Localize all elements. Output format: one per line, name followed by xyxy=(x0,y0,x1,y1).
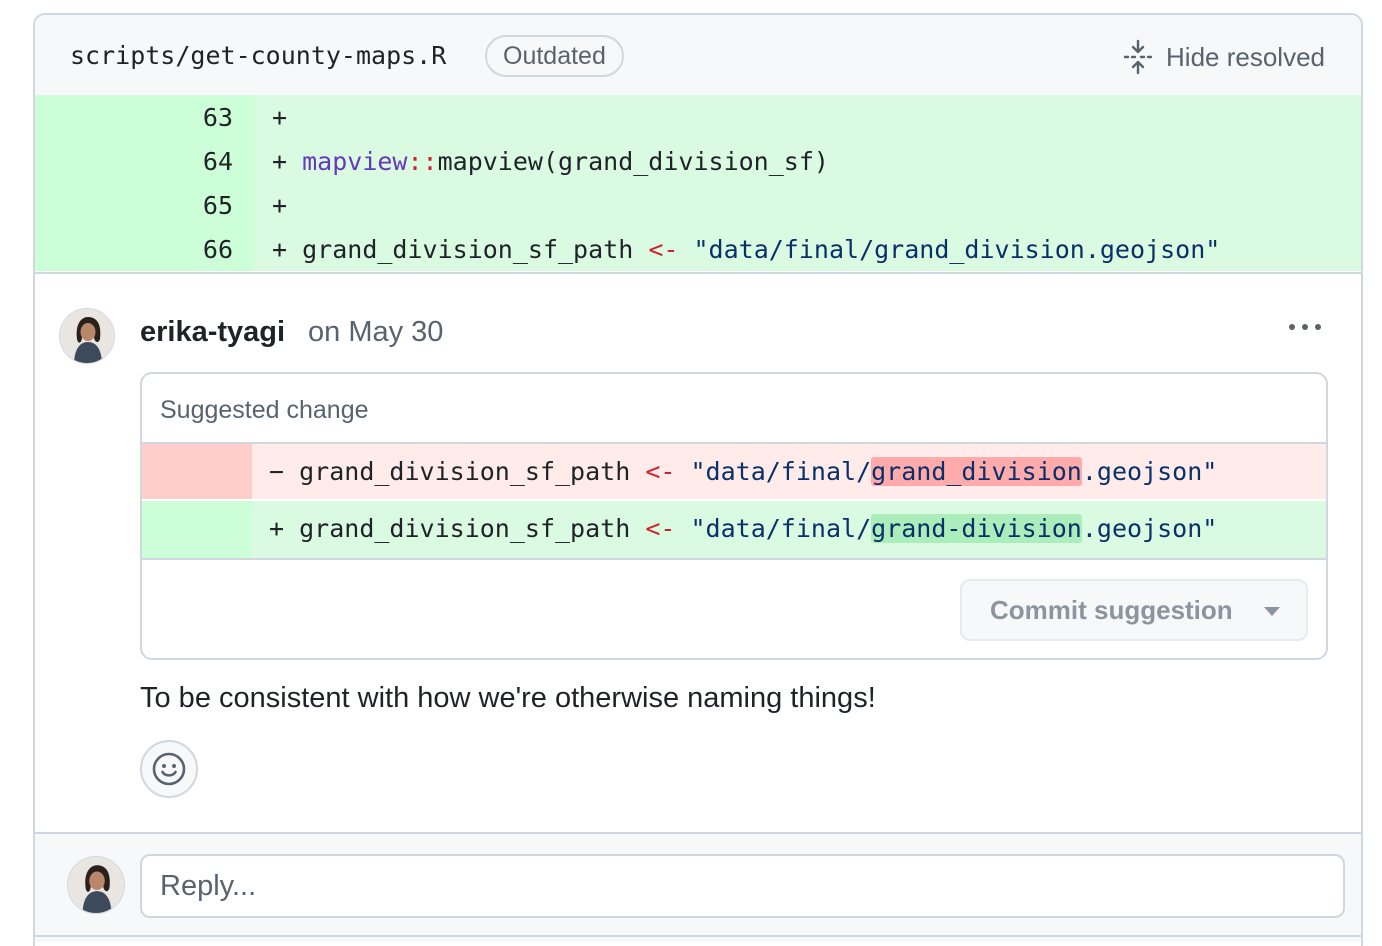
smiley-icon xyxy=(152,752,186,786)
comment-body: To be consistent with how we're otherwis… xyxy=(140,682,876,714)
code-string: "data/final/grand_division.geojson" xyxy=(693,235,1221,264)
code-operator: :: xyxy=(407,147,438,176)
avatar xyxy=(67,856,125,914)
diff-context: 63 + 64 + mapview::mapview(grand_divisio… xyxy=(35,95,1361,271)
comment-date-link[interactable]: on May 30 xyxy=(308,316,443,349)
diff-sign: + xyxy=(272,103,288,132)
add-reaction-button[interactable] xyxy=(140,740,198,798)
comment-author-link[interactable]: erika-tyagi xyxy=(140,316,285,349)
code-variable: grand_division_sf_path xyxy=(299,457,631,486)
divider xyxy=(35,935,1361,937)
diff-line: 63 + xyxy=(35,95,1361,139)
hide-resolved-label: Hide resolved xyxy=(1166,41,1325,72)
outdated-badge: Outdated xyxy=(485,35,624,77)
code-string-prefix: "data/final/ xyxy=(690,514,872,543)
code-assign-operator: <- xyxy=(648,235,679,264)
line-number: 63 xyxy=(202,103,233,132)
suggestion-deleted-line: − grand_division_sf_path <- "data/final/… xyxy=(142,442,1326,499)
commit-suggestion-label: Commit suggestion xyxy=(990,594,1233,625)
line-number-gutter[interactable]: 64 xyxy=(35,139,255,183)
changed-text-deleted: grand_division xyxy=(871,457,1082,486)
line-number: 65 xyxy=(202,191,233,220)
review-comment: erika-tyagi on May 30 Suggested change −… xyxy=(35,272,1361,832)
suggestion-added-line: + grand_division_sf_path <- "data/final/… xyxy=(142,501,1326,560)
added-code: + grand_division_sf_path <- "data/final/… xyxy=(269,514,1217,543)
suggested-change-title: Suggested change xyxy=(160,396,369,424)
file-header: scripts/get-county-maps.R Outdated Hide … xyxy=(35,15,1361,95)
code-string-suffix: .geojson" xyxy=(1081,514,1218,543)
added-gutter xyxy=(142,501,252,558)
deletion-sign: − xyxy=(269,457,285,486)
line-number: 66 xyxy=(202,235,233,264)
reply-input[interactable] xyxy=(140,854,1345,918)
line-number-gutter[interactable]: 63 xyxy=(35,95,255,139)
user-avatar-image xyxy=(60,309,114,363)
code-variable: grand_division_sf_path xyxy=(302,235,634,264)
diff-sign: + xyxy=(272,147,288,176)
kebab-horizontal-icon[interactable] xyxy=(1289,324,1321,330)
line-number-gutter[interactable]: 66 xyxy=(35,227,255,271)
code-string-suffix: .geojson" xyxy=(1081,457,1218,486)
diff-line: 66 + grand_division_sf_path <- "data/fin… xyxy=(35,227,1361,271)
deleted-code: − grand_division_sf_path <- "data/final/… xyxy=(269,457,1217,486)
diff-code: + grand_division_sf_path <- "data/final/… xyxy=(272,235,1220,264)
diff-sign: + xyxy=(272,235,288,264)
code-variable: grand_division_sf_path xyxy=(299,514,631,543)
code-call: mapview(grand_division_sf) xyxy=(437,147,829,176)
avatar[interactable] xyxy=(59,308,115,364)
reply-area xyxy=(35,832,1361,942)
diff-line: 65 + xyxy=(35,183,1361,227)
suggested-change-box: Suggested change − grand_division_sf_pat… xyxy=(140,372,1328,660)
triangle-down-icon xyxy=(1264,607,1280,616)
addition-sign: + xyxy=(269,514,285,543)
deleted-gutter xyxy=(142,444,252,499)
diff-code: + xyxy=(272,103,287,132)
diff-code: + xyxy=(272,191,287,220)
code-assign-operator: <- xyxy=(645,514,676,543)
commit-suggestion-button[interactable]: Commit suggestion xyxy=(960,579,1308,641)
diff-code: + mapview::mapview(grand_division_sf) xyxy=(272,147,829,176)
code-assign-operator: <- xyxy=(645,457,676,486)
diff-line: 64 + mapview::mapview(grand_division_sf) xyxy=(35,139,1361,183)
code-package: mapview xyxy=(302,147,408,176)
line-number: 64 xyxy=(202,147,233,176)
unfold-icon xyxy=(1123,39,1153,75)
file-path-link[interactable]: scripts/get-county-maps.R xyxy=(70,41,446,70)
line-number-gutter[interactable]: 65 xyxy=(35,183,255,227)
diff-sign: + xyxy=(272,191,288,220)
review-thread-card: scripts/get-county-maps.R Outdated Hide … xyxy=(33,13,1363,946)
code-string-prefix: "data/final/ xyxy=(690,457,872,486)
user-avatar-image xyxy=(68,857,124,913)
hide-resolved-button[interactable]: Hide resolved xyxy=(1122,39,1325,75)
changed-text-added: grand-division xyxy=(871,514,1082,543)
